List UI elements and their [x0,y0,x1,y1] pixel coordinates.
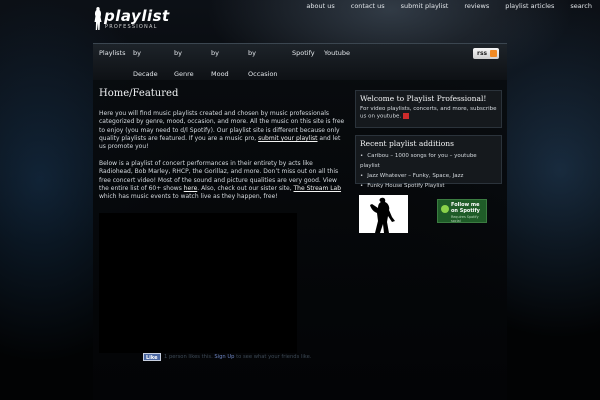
youtube-icon[interactable] [403,113,410,119]
stream-lab-link[interactable]: The Stream Lab [294,185,342,192]
nav-item-label: by [133,49,141,57]
rss-feed-icon [490,50,497,57]
intro-paragraph: Here you will find music playlists creat… [99,110,345,151]
top-nav-search[interactable]: search [562,0,600,14]
nav-item-sublabel: Decade [133,70,158,78]
site-logo[interactable]: playlist PROFESSIONAL [93,7,169,33]
nav-item-youtube[interactable]: Youtube [324,49,350,57]
rss-label: rss [477,50,488,57]
spotify-follow-subtext: Requires Spotify social [451,215,479,223]
nav-item-spotify[interactable]: Spotify [292,49,315,57]
nav-item-label: by [174,49,182,57]
welcome-title: Welcome to Playlist Professional! [360,94,487,103]
page-title: Home/Featured [99,88,179,99]
nav-item-label: Youtube [324,49,350,57]
nav-item-sublabel: Mood [211,70,229,78]
recent-item[interactable]: Caribou – 1000 songs for you – youtube p… [360,151,497,171]
facebook-like-button[interactable]: Like [143,353,161,361]
recent-title: Recent playlist additions [360,139,454,148]
facebook-like-count: 1 person likes this. [164,354,215,360]
logo-wordmark: playlist [104,7,170,25]
facebook-like-text-end: to see what your friends like. [234,354,312,360]
nav-item-sublabel: Genre [174,70,194,78]
recent-list: Caribou – 1000 songs for you – youtube p… [356,151,501,191]
here-link[interactable]: here [184,185,198,192]
nav-item-label: Spotify [292,49,315,57]
facebook-like-text: 1 person likes this. Sign Up to see what… [164,354,311,360]
dancer-silhouette-icon [370,197,395,233]
video-player[interactable] [99,213,297,353]
top-nav-submit-playlist[interactable]: submit playlist [393,0,457,14]
concerts-text-middle: . Also, check out our sister site, [197,184,294,192]
spotify-icon [441,205,449,213]
nav-item-label: Playlists [99,49,126,57]
nav-item-by-genre[interactable]: by Genre [174,49,194,78]
nav-item-sublabel: Occasion [248,70,278,78]
nav-item-by-decade[interactable]: by Decade [133,49,158,78]
dancer-logo-icon [94,7,102,30]
nav-item-by-mood[interactable]: by Mood [211,49,229,78]
top-nav-contact-us[interactable]: contact us [343,0,393,14]
recent-playlists-widget: Recent playlist additions Caribou – 1000… [355,135,502,189]
main-nav: Playlists by Decade by Genre by Mood by … [93,43,507,80]
submit-playlist-link[interactable]: submit your playlist [258,135,317,142]
nav-item-label: by [211,49,219,57]
facebook-like-row: Like 1 person likes this. Sign Up to see… [143,352,311,362]
concerts-paragraph: Below is a playlist of concert performan… [99,160,345,201]
logo-subtitle: PROFESSIONAL [105,24,158,30]
top-nav-reviews[interactable]: reviews [456,0,497,14]
recent-item[interactable]: Jazz Whatever – Funky, Space, Jazz [360,171,497,181]
concerts-text-end: which has music events to watch live as … [99,193,278,201]
main-content: Home/Featured Here you will find music p… [93,80,507,400]
welcome-text: For video playlists, concerts, and more,… [356,103,501,124]
spotify-follow-line2: on Spotify [451,207,480,214]
welcome-widget: Welcome to Playlist Professional! For vi… [355,90,502,128]
dancer-silhouette-image[interactable] [359,195,408,233]
top-nav: about us contact us submit playlist revi… [298,0,600,14]
spotify-follow-text: Follow me on Spotify [451,202,480,214]
nav-item-playlists[interactable]: Playlists [99,49,126,57]
rss-button[interactable]: rss [473,48,499,59]
welcome-body: For video playlists, concerts, and more,… [360,106,497,120]
facebook-signup-link[interactable]: Sign Up [214,354,234,360]
top-nav-about-us[interactable]: about us [298,0,342,14]
spotify-follow-badge[interactable]: Follow me on Spotify Requires Spotify soc… [437,199,487,223]
top-nav-playlist-articles[interactable]: playlist articles [497,0,562,14]
recent-item[interactable]: Funky House Spotify Playlist [360,181,497,191]
nav-item-by-occasion[interactable]: by Occasion [248,49,278,78]
nav-item-label: by [248,49,256,57]
top-bar: playlist PROFESSIONAL about us contact u… [0,0,600,40]
